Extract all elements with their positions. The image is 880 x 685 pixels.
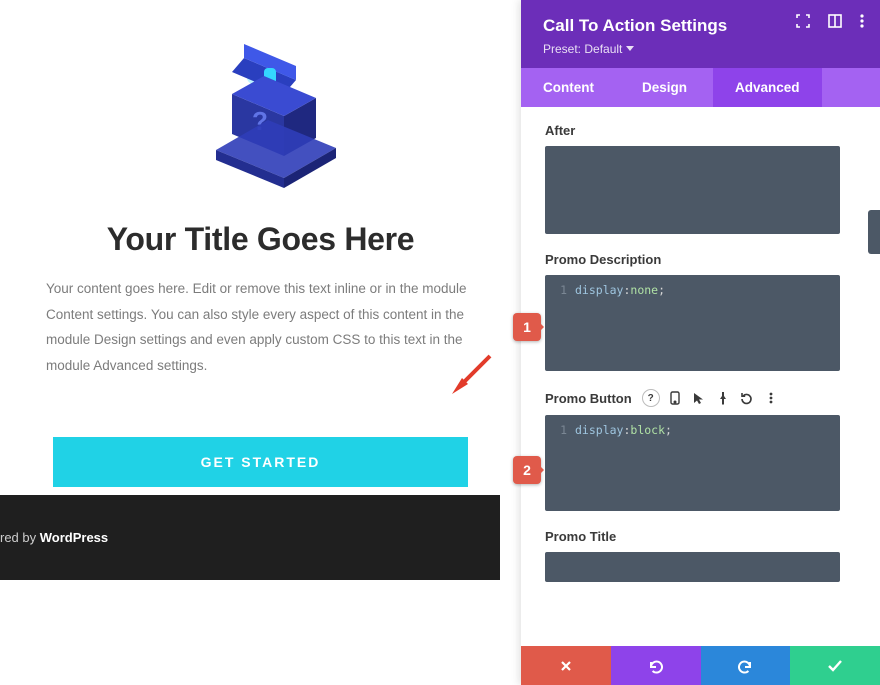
columns-icon[interactable] bbox=[828, 14, 842, 28]
css-input-promo-title[interactable] bbox=[545, 552, 840, 582]
preset-selector[interactable]: Preset: Default bbox=[543, 42, 634, 56]
more-icon[interactable] bbox=[860, 14, 864, 28]
close-icon bbox=[559, 659, 573, 673]
css-label-promo-description: Promo Description bbox=[545, 252, 661, 267]
close-button[interactable] bbox=[521, 646, 611, 685]
preset-label: Preset: Default bbox=[543, 42, 622, 56]
panel-footer bbox=[521, 646, 880, 685]
redo-button[interactable] bbox=[701, 646, 791, 685]
pin-icon[interactable] bbox=[714, 389, 732, 407]
undo-button[interactable] bbox=[611, 646, 701, 685]
callout-1: 1 bbox=[513, 313, 541, 341]
tab-advanced[interactable]: Advanced bbox=[713, 68, 822, 107]
help-icon[interactable]: ? bbox=[642, 389, 660, 407]
panel-tabs: Content Design Advanced bbox=[521, 68, 880, 107]
code-val: block bbox=[630, 423, 665, 437]
save-button[interactable] bbox=[790, 646, 880, 685]
field-option-icons: ? bbox=[642, 389, 780, 407]
undo-icon bbox=[648, 658, 664, 674]
panel-body: After Promo Description 1display:none; P… bbox=[521, 107, 880, 646]
css-section-promo-button: Promo Button ? bbox=[545, 389, 856, 511]
preview-pane: ? Your Title Goes Here Your content goes… bbox=[0, 0, 521, 685]
tab-design[interactable]: Design bbox=[616, 68, 713, 107]
expand-icon[interactable] bbox=[796, 14, 810, 28]
code-key: display bbox=[575, 283, 623, 297]
settings-panel: Call To Action Settings Preset: Default bbox=[521, 0, 880, 685]
check-icon bbox=[827, 659, 843, 673]
question-box-icon: ? bbox=[186, 38, 336, 188]
line-number: 1 bbox=[555, 422, 567, 439]
css-section-promo-description: Promo Description 1display:none; bbox=[545, 252, 856, 371]
css-input-promo-description[interactable]: 1display:none; bbox=[545, 275, 840, 371]
chevron-down-icon bbox=[626, 46, 634, 52]
promo-module: ? Your Title Goes Here Your content goes… bbox=[0, 0, 521, 487]
code-val: none bbox=[630, 283, 658, 297]
css-input-promo-button[interactable]: 1display:block; bbox=[545, 415, 840, 511]
code-key: display bbox=[575, 423, 623, 437]
css-label-after: After bbox=[545, 123, 575, 138]
panel-header-icons bbox=[796, 14, 864, 28]
footer-brand[interactable]: WordPress bbox=[40, 530, 108, 545]
promo-title: Your Title Goes Here bbox=[40, 221, 481, 258]
side-toggle[interactable] bbox=[868, 210, 880, 254]
more-icon[interactable] bbox=[762, 389, 780, 407]
footer-text: red by WordPress bbox=[0, 530, 108, 545]
css-label-promo-button: Promo Button bbox=[545, 391, 632, 406]
css-label-promo-title: Promo Title bbox=[545, 529, 616, 544]
css-section-after: After bbox=[545, 123, 856, 234]
tab-content[interactable]: Content bbox=[521, 68, 616, 107]
redo-icon bbox=[737, 658, 753, 674]
callout-2: 2 bbox=[513, 456, 541, 484]
reset-icon[interactable] bbox=[738, 389, 756, 407]
footer-prefix: red by bbox=[0, 530, 40, 545]
panel-header: Call To Action Settings Preset: Default bbox=[521, 0, 880, 68]
cursor-icon[interactable] bbox=[690, 389, 708, 407]
footer-bar: red by WordPress bbox=[0, 495, 500, 580]
promo-description[interactable]: Your content goes here. Edit or remove t… bbox=[40, 276, 481, 379]
get-started-button[interactable]: GET STARTED bbox=[53, 437, 468, 487]
line-number: 1 bbox=[555, 282, 567, 299]
phone-icon[interactable] bbox=[666, 389, 684, 407]
css-input-after[interactable] bbox=[545, 146, 840, 234]
css-section-promo-title: Promo Title bbox=[545, 529, 856, 582]
